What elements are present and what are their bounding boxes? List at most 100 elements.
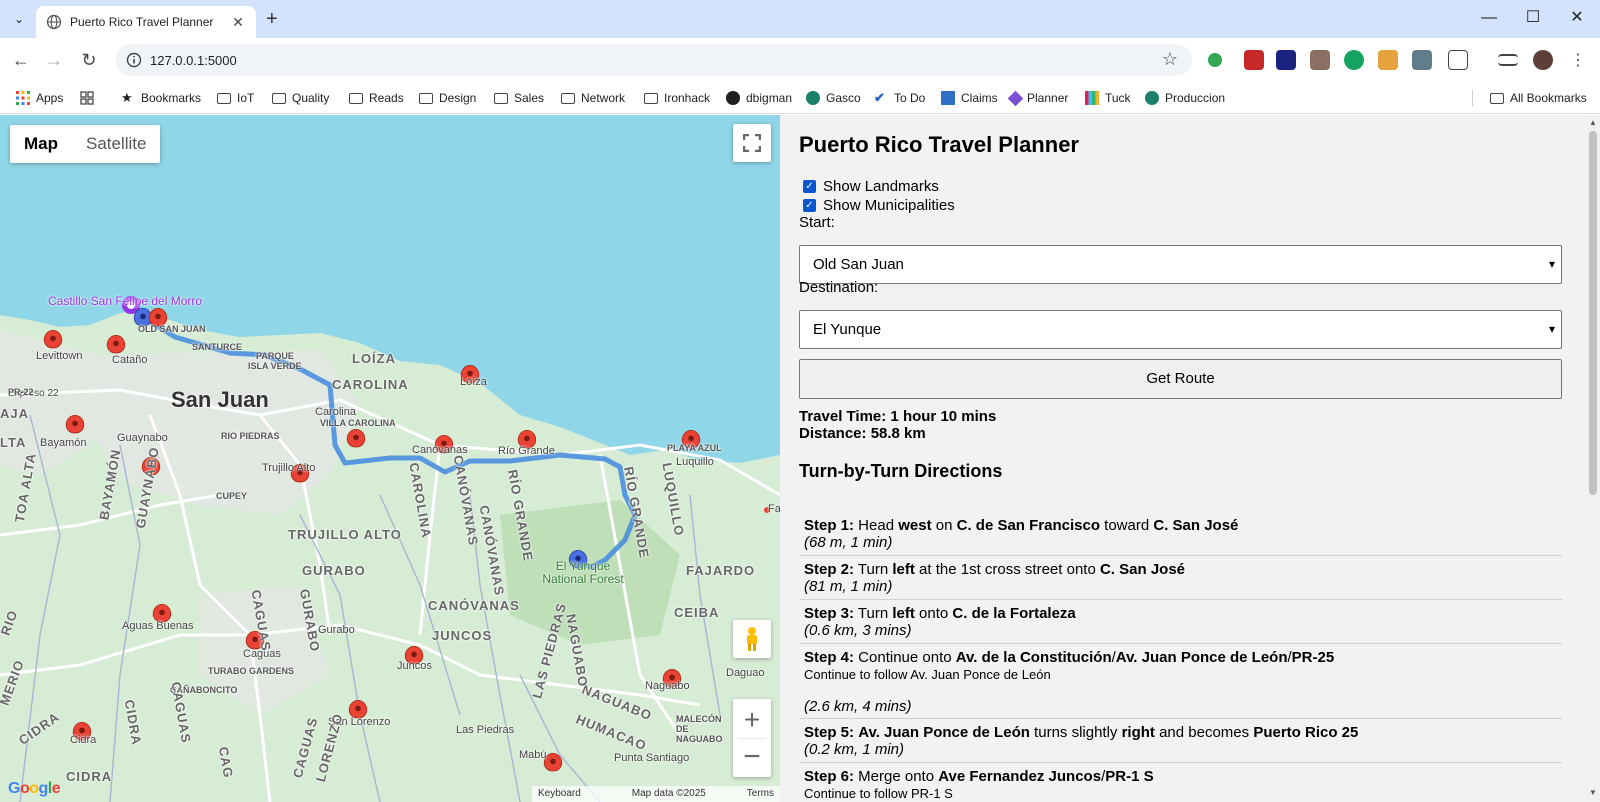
map-label-rio-piedras: RIO PIEDRAS bbox=[221, 431, 280, 441]
direction-step-text: Step 3: Turn left onto C. de la Fortalez… bbox=[804, 605, 1562, 622]
bookmark-label: Claims bbox=[961, 91, 998, 105]
bookmark-label: IoT bbox=[237, 91, 255, 105]
pegman-icon bbox=[747, 627, 757, 651]
direction-step-text: Step 2: Turn left at the 1st cross stree… bbox=[804, 561, 1562, 578]
zoom-out-button[interactable]: − bbox=[743, 739, 761, 775]
bookmark-folder-reads[interactable]: Reads bbox=[349, 88, 404, 108]
bookmark-folder-design[interactable]: Design bbox=[419, 88, 476, 108]
checkbox-checked-icon[interactable]: ✓ bbox=[803, 180, 816, 193]
show-municipalities-checkbox[interactable]: ✓ Show Municipalities bbox=[803, 197, 955, 214]
start-select[interactable]: Old San Juan ▾ bbox=[799, 245, 1562, 284]
extension-icon[interactable] bbox=[1412, 50, 1432, 70]
step-divider bbox=[799, 555, 1562, 556]
close-window-icon[interactable]: ✕ bbox=[1562, 6, 1592, 30]
tab-bar: ⌄ Puerto Rico Travel Planner ✕ + — ☐ ✕ bbox=[0, 0, 1600, 38]
street-view-pegman[interactable] bbox=[733, 620, 771, 658]
extension-icon[interactable] bbox=[1244, 50, 1264, 70]
bookmark-label: Gasco bbox=[826, 91, 861, 105]
show-municipalities-label: Show Municipalities bbox=[823, 197, 955, 214]
marker-bayamon[interactable] bbox=[65, 414, 85, 434]
bookmark-star-icon[interactable]: ☆ bbox=[1162, 49, 1178, 70]
media-control-icon[interactable] bbox=[1498, 54, 1518, 66]
bookmark-apps[interactable]: Apps bbox=[16, 88, 63, 108]
scroll-up-icon[interactable]: ▲ bbox=[1589, 118, 1597, 127]
bookmark-folder-sales[interactable]: Sales bbox=[494, 88, 544, 108]
maximize-icon[interactable]: ☐ bbox=[1518, 6, 1548, 30]
bookmark-claims[interactable]: Claims bbox=[941, 88, 998, 108]
tab-title: Puerto Rico Travel Planner bbox=[70, 15, 214, 29]
extension-icon[interactable] bbox=[1344, 50, 1364, 70]
minimize-icon[interactable]: — bbox=[1474, 6, 1504, 30]
extension-icon[interactable] bbox=[1208, 53, 1222, 67]
bookmark-planner[interactable]: Planner bbox=[1007, 88, 1068, 108]
bookmark-dbigman[interactable]: dbigman bbox=[726, 88, 792, 108]
direction-step-text: Step 4: Continue onto Av. de la Constitu… bbox=[804, 649, 1562, 666]
scroll-down-icon[interactable]: ▼ bbox=[1589, 788, 1597, 797]
step-instruction: Merge onto Ave Fernandez Juncos/PR-1 S bbox=[854, 768, 1154, 785]
reload-icon[interactable]: ↻ bbox=[77, 48, 101, 72]
forward-icon[interactable]: → bbox=[42, 48, 66, 72]
site-info-icon[interactable] bbox=[126, 52, 142, 68]
profile-avatar[interactable] bbox=[1533, 50, 1553, 70]
map-label-old-san-juan: OLD SAN JUAN bbox=[138, 324, 206, 334]
scroll-thumb[interactable] bbox=[1589, 131, 1597, 495]
close-tab-icon[interactable]: ✕ bbox=[230, 14, 246, 31]
bookmark-label: Design bbox=[439, 91, 477, 105]
browser-menu-icon[interactable]: ⋮ bbox=[1566, 48, 1590, 72]
step-distance: (2.6 km, 4 mins) bbox=[804, 698, 912, 715]
map-type-map-button[interactable]: Map bbox=[10, 125, 72, 163]
keyboard-shortcuts-link[interactable]: Keyboard shortcuts bbox=[538, 786, 618, 802]
terms-link[interactable]: Terms bbox=[747, 786, 774, 802]
bookmark-folder-quality[interactable]: Quality bbox=[272, 88, 329, 108]
map-type-satellite-button[interactable]: Satellite bbox=[72, 125, 160, 163]
step-distance: (0.6 km, 3 mins) bbox=[804, 622, 912, 639]
extension-icon[interactable] bbox=[1378, 50, 1398, 70]
folder-icon bbox=[272, 92, 286, 104]
marker-levittown[interactable] bbox=[43, 329, 63, 349]
new-tab-icon[interactable]: + bbox=[266, 7, 278, 31]
extensions-puzzle-icon[interactable] bbox=[1448, 50, 1468, 70]
direction-step: Step 2: Turn left at the 1st cross stree… bbox=[804, 561, 1562, 595]
map-label-carolina: Carolina bbox=[315, 406, 356, 418]
tab-search-icon[interactable]: ⌄ bbox=[8, 8, 30, 30]
step-divider bbox=[799, 718, 1562, 719]
bookmark-folder-network[interactable]: Network bbox=[561, 88, 625, 108]
address-bar[interactable]: 127.0.0.1:5000 ☆ bbox=[116, 44, 1192, 76]
map-label-cidra: Cidra bbox=[70, 734, 97, 746]
direction-step-text: Step 6: Merge onto Ave Fernandez Juncos/… bbox=[804, 768, 1562, 785]
marker-catano[interactable] bbox=[106, 334, 126, 354]
marker-carolina[interactable] bbox=[346, 428, 366, 448]
all-bookmarks[interactable]: All Bookmarks bbox=[1490, 88, 1587, 108]
bookmark-bookmarks[interactable]: ★ Bookmarks bbox=[121, 88, 201, 108]
show-landmarks-label: Show Landmarks bbox=[823, 178, 939, 195]
sharepoint-icon bbox=[1145, 91, 1159, 105]
get-route-button[interactable]: Get Route bbox=[799, 359, 1562, 399]
destination-select[interactable]: El Yunque ▾ bbox=[799, 310, 1562, 349]
google-map[interactable]: Castillo San Felipe del Morro OLD SAN JU… bbox=[0, 115, 780, 802]
panel-scrollbar[interactable]: ▲ ▼ bbox=[1586, 115, 1600, 802]
map-label-ceiba: CEIBA bbox=[674, 605, 720, 620]
bookmark-todo[interactable]: ✔ To Do bbox=[874, 88, 925, 108]
browser-tab[interactable]: Puerto Rico Travel Planner ✕ bbox=[36, 6, 256, 38]
map-label-carolina-region: CAROLINA bbox=[332, 377, 409, 392]
distance: Distance: 58.8 km bbox=[799, 425, 926, 442]
show-landmarks-checkbox[interactable]: ✓ Show Landmarks bbox=[803, 178, 939, 195]
back-icon[interactable]: ← bbox=[9, 48, 33, 72]
direction-step-text: Step 5: Av. Juan Ponce de León turns sli… bbox=[804, 724, 1562, 741]
extension-icon[interactable] bbox=[1310, 50, 1330, 70]
checkbox-checked-icon[interactable]: ✓ bbox=[803, 199, 816, 212]
bookmark-tuck[interactable]: Tuck bbox=[1085, 88, 1131, 108]
bookmark-folder-iot[interactable]: IoT bbox=[217, 88, 254, 108]
bookmark-produccion[interactable]: Produccion bbox=[1145, 88, 1225, 108]
fullscreen-button[interactable] bbox=[733, 124, 771, 162]
bookmark-folder-ironhack[interactable]: Ironhack bbox=[644, 88, 710, 108]
bookmark-gasco[interactable]: Gasco bbox=[806, 88, 861, 108]
folder-icon bbox=[419, 92, 433, 104]
folder-icon bbox=[349, 92, 363, 104]
tab-groups-icon[interactable] bbox=[80, 88, 100, 108]
extension-icon[interactable] bbox=[1276, 50, 1296, 70]
start-label: Start: bbox=[799, 214, 835, 231]
zoom-in-button[interactable]: + bbox=[744, 702, 760, 738]
map-label-daguao: Daguao bbox=[726, 667, 765, 679]
bookmark-label: Ironhack bbox=[664, 91, 711, 105]
